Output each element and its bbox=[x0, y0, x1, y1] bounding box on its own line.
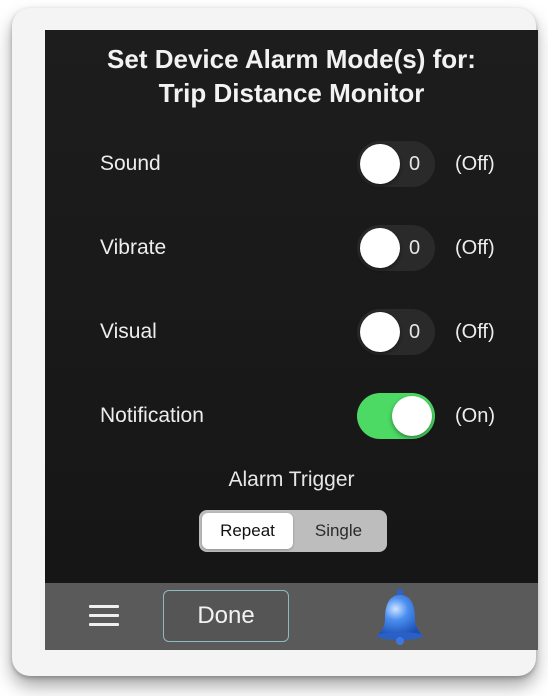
page-title: Set Device Alarm Mode(s) for: Trip Dista… bbox=[45, 42, 538, 110]
sound-label: Sound bbox=[100, 152, 161, 175]
sound-state: (Off) bbox=[455, 153, 495, 175]
segment-repeat[interactable]: Repeat bbox=[202, 513, 293, 549]
title-line-1: Set Device Alarm Mode(s) for: bbox=[107, 44, 476, 74]
alarm-row-vibrate: Vibrate 0 (Off) bbox=[45, 223, 538, 273]
sound-toggle[interactable]: 0 bbox=[357, 141, 435, 187]
vibrate-label: Vibrate bbox=[100, 236, 167, 259]
toggle-value: 0 bbox=[409, 153, 421, 175]
notification-label: Notification bbox=[100, 404, 204, 427]
alarm-row-visual: Visual 0 (Off) bbox=[45, 307, 538, 357]
hamburger-icon[interactable] bbox=[89, 603, 119, 629]
notification-toggle[interactable] bbox=[357, 393, 435, 439]
visual-label: Visual bbox=[100, 320, 157, 343]
bell-icon[interactable] bbox=[373, 587, 427, 647]
bottom-toolbar: Done bbox=[45, 583, 538, 650]
vibrate-toggle[interactable]: 0 bbox=[357, 225, 435, 271]
toggle-value: 0 bbox=[409, 237, 421, 259]
alarm-trigger-segmented-control: Repeat Single bbox=[199, 510, 387, 552]
toggle-knob bbox=[392, 396, 432, 436]
toggle-knob bbox=[360, 228, 400, 268]
visual-state: (Off) bbox=[455, 321, 495, 343]
notification-state: (On) bbox=[455, 405, 495, 427]
vibrate-state: (Off) bbox=[455, 237, 495, 259]
done-button[interactable]: Done bbox=[163, 590, 289, 642]
toggle-knob bbox=[360, 312, 400, 352]
toggle-knob bbox=[360, 144, 400, 184]
visual-toggle[interactable]: 0 bbox=[357, 309, 435, 355]
alarm-trigger-label: Alarm Trigger bbox=[228, 468, 355, 491]
device-frame: Set Device Alarm Mode(s) for: Trip Dista… bbox=[12, 8, 538, 676]
alarm-mode-screen: Set Device Alarm Mode(s) for: Trip Dista… bbox=[45, 30, 538, 650]
alarm-row-sound: Sound 0 (Off) bbox=[45, 139, 538, 189]
toggle-value: 0 bbox=[409, 321, 421, 343]
alarm-row-notification: Notification (On) bbox=[45, 391, 538, 441]
title-line-2: Trip Distance Monitor bbox=[158, 78, 425, 108]
segment-single[interactable]: Single bbox=[293, 513, 384, 549]
